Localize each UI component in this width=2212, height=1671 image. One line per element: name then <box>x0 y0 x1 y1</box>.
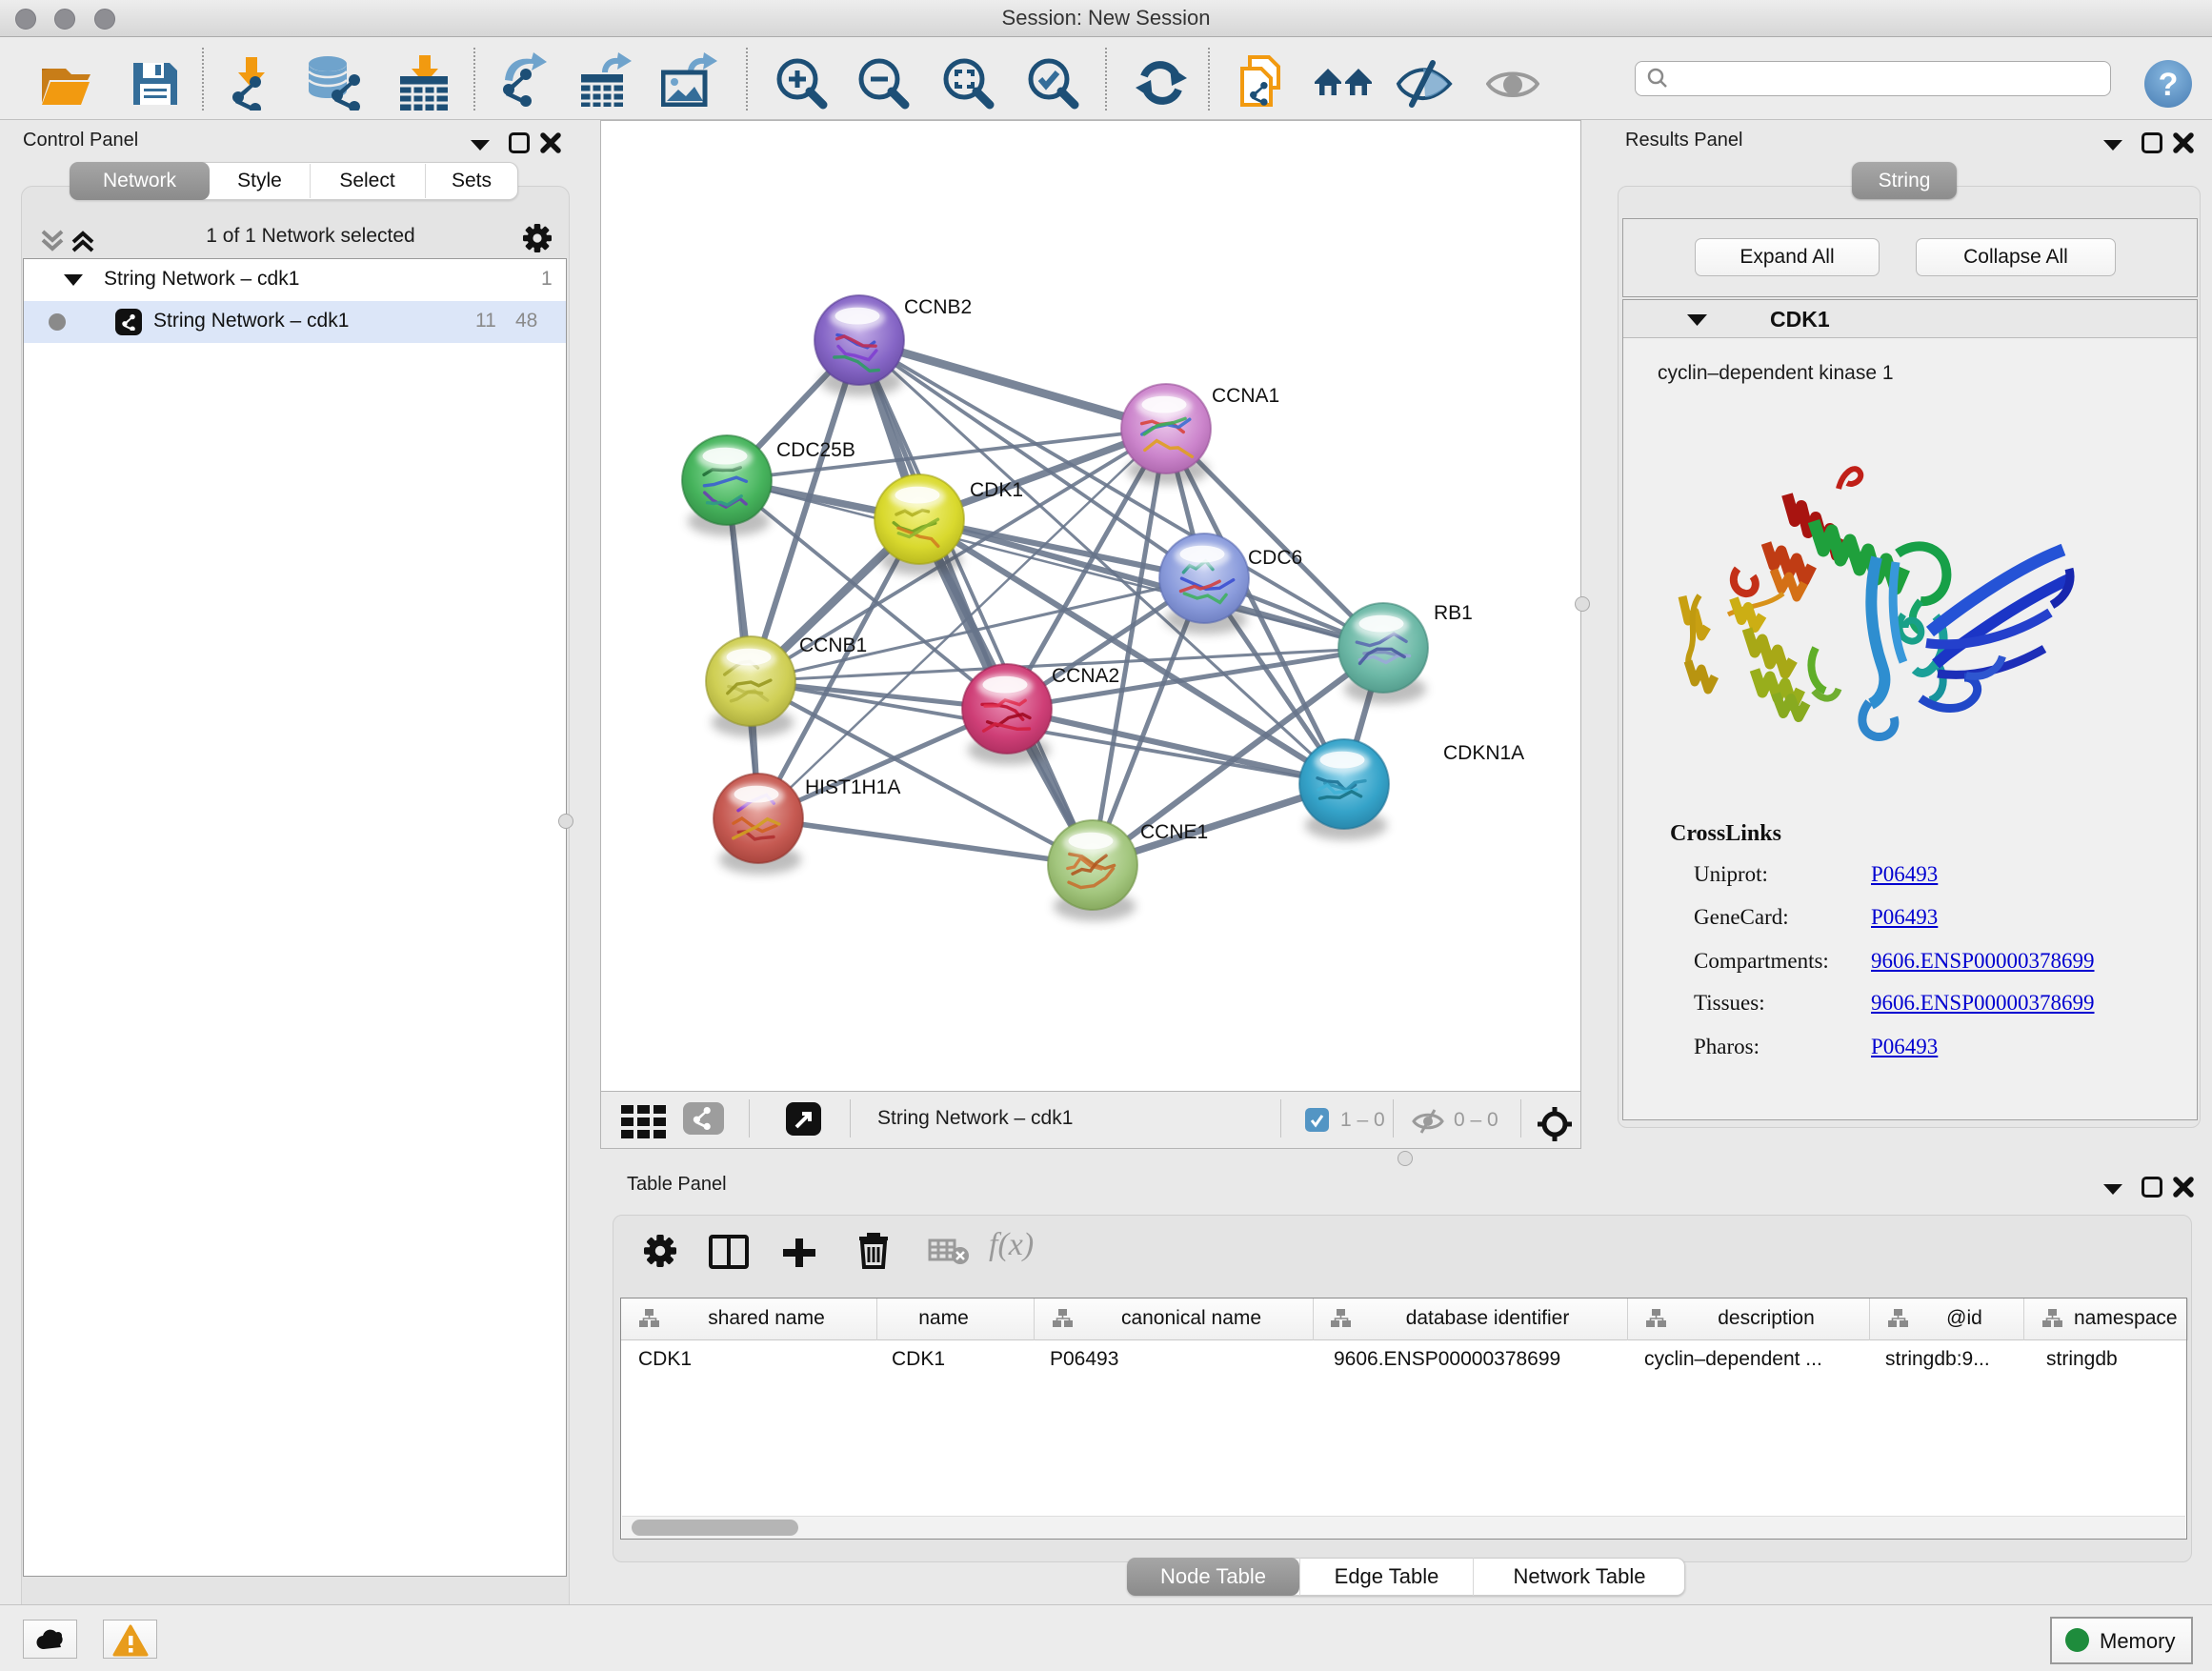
svg-text:CCNB1: CCNB1 <box>799 634 867 656</box>
svg-text:CCNE1: CCNE1 <box>1140 821 1208 843</box>
svg-text:CCNA2: CCNA2 <box>1052 665 1119 687</box>
svg-text:?: ? <box>2159 67 2179 103</box>
svg-text:RB1: RB1 <box>1434 602 1473 624</box>
svg-text:CDC25B: CDC25B <box>776 439 855 461</box>
svg-text:CDKN1A: CDKN1A <box>1443 742 1524 764</box>
svg-text:CDC6: CDC6 <box>1248 547 1302 569</box>
svg-text:CCNB2: CCNB2 <box>904 296 972 318</box>
svg-text:CCNA1: CCNA1 <box>1212 385 1279 407</box>
svg-text:CDK1: CDK1 <box>970 479 1023 501</box>
svg-text:HIST1H1A: HIST1H1A <box>805 776 900 798</box>
